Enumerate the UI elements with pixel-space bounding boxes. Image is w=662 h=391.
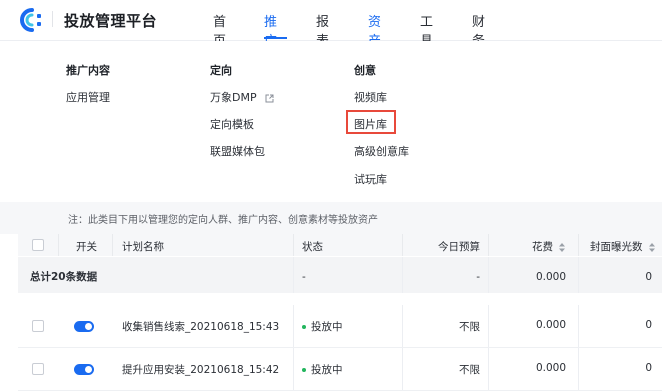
menu-column-title-content: 推广内容 [66,64,110,77]
column-divider [488,257,489,293]
column-divider [58,234,59,256]
header-status: 状态 [302,241,323,253]
logo-icon [20,8,41,32]
table-row[interactable]: 提升应用安装_20210618_15:42 投放中 不限 0.000 0 [18,348,662,391]
header-today-budget: 今日预算 [438,241,480,253]
external-link-icon [265,94,274,102]
total-cost: 0.000 [535,271,566,283]
table-row[interactable]: 收集销售线索_20210618_15:43 投放中 不限 0.000 0 [18,305,662,348]
assets-dropdown-menu: 推广内容 应用管理 定向 万象DMP 定向模板 联盟媒体包 创意 视频库 图片库… [0,41,662,201]
total-exposure: 0 [645,271,652,283]
note-bar: 注：此类目下用以管理您的定向人群、推广内容、创意素材等投放资产 [0,202,662,234]
column-divider [578,257,579,293]
menu-item-advanced-creative-library[interactable]: 高级创意库 [354,143,409,159]
menu-item-union-media-pack[interactable]: 联盟媒体包 [210,143,265,159]
row-checkbox[interactable] [32,320,44,332]
column-divider [112,234,113,256]
menu-item-playable-library[interactable]: 试玩库 [354,171,387,187]
column-divider [488,234,489,256]
plan-budget: 不限 [459,364,480,376]
logo-divider [52,11,53,27]
header-cover-exposure-label: 封面曝光数 [590,241,643,253]
column-divider [293,257,294,293]
column-divider [402,348,403,390]
column-divider [293,348,294,390]
header-plan-name: 计划名称 [122,241,164,253]
status-dot-icon [302,368,306,372]
menu-item-targeting-template[interactable]: 定向模板 [210,116,254,132]
top-navigation-bar: 投放管理平台 首页 推广 报表 资产 工具 财务 [0,0,662,49]
plan-exposure: 0 [645,362,652,374]
row-checkbox[interactable] [32,363,44,375]
table-header: 开关 计划名称 状态 今日预算 花费 封面曝光数 [18,234,662,256]
plan-status: 投放中 [302,362,343,377]
menu-item-video-library[interactable]: 视频库 [354,89,387,105]
column-divider [578,348,579,390]
plan-name[interactable]: 收集销售线索_20210618_15:43 [122,319,279,334]
header-switch: 开关 [76,241,97,253]
column-divider [488,305,489,347]
menu-item-dmp-label: 万象DMP [210,91,257,104]
total-label: 总计20条数据 [30,271,98,283]
column-divider [578,234,579,256]
status-dot-icon [302,325,306,329]
sort-icon [648,242,655,252]
plan-cost: 0.000 [535,319,566,331]
total-status: - [302,271,306,283]
plan-budget: 不限 [459,321,480,333]
menu-column-title-creative: 创意 [354,64,376,77]
total-budget: - [476,271,480,283]
column-divider [402,305,403,347]
nav-active-indicator [264,37,287,39]
column-divider [402,257,403,293]
header-cost-label: 花费 [532,241,553,253]
note-text: 注：此类目下用以管理您的定向人群、推广内容、创意素材等投放资产 [68,215,378,226]
header-cost[interactable]: 花费 [532,239,566,254]
menu-item-app-management[interactable]: 应用管理 [66,89,110,105]
column-divider [293,305,294,347]
select-all-checkbox[interactable] [32,239,44,251]
plan-status-label: 投放中 [311,321,343,333]
highlight-box [346,110,396,134]
column-divider [293,234,294,256]
plan-exposure: 0 [645,319,652,331]
column-divider [402,234,403,256]
total-row: 总计20条数据 - - 0.000 0 [18,257,662,293]
plan-name[interactable]: 提升应用安装_20210618_15:42 [122,362,279,377]
plan-cost: 0.000 [535,362,566,374]
header-cover-exposure[interactable]: 封面曝光数 [590,239,655,254]
plan-status-label: 投放中 [311,364,343,376]
row-switch-toggle[interactable] [74,364,94,375]
plan-status: 投放中 [302,319,343,334]
menu-item-dmp[interactable]: 万象DMP [210,89,274,105]
column-divider [578,305,579,347]
menu-column-title-targeting: 定向 [210,64,232,77]
column-divider [488,348,489,390]
row-switch-toggle[interactable] [74,321,94,332]
app-title: 投放管理平台 [64,12,158,30]
sort-icon [559,242,566,252]
